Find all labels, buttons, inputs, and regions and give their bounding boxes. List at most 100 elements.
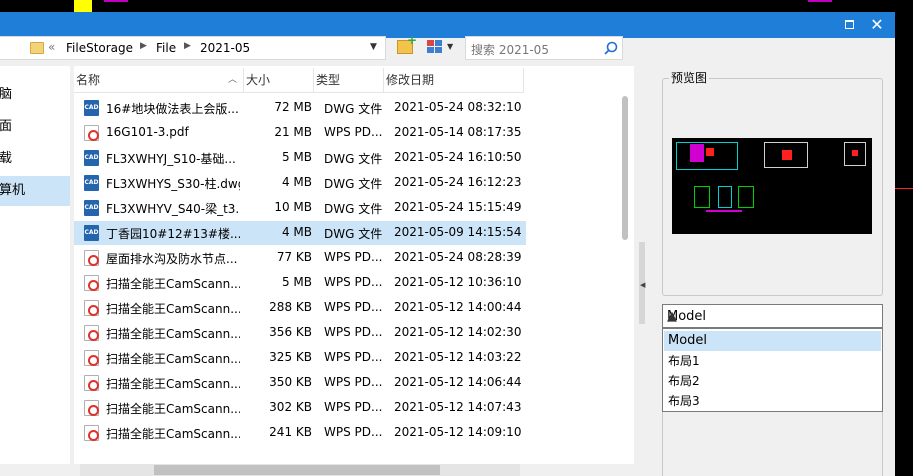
file-size: 288 KB (244, 300, 312, 314)
dwg-preview-image (672, 138, 872, 234)
layout-option-selected[interactable]: Model (664, 331, 881, 351)
file-size: 325 KB (244, 350, 312, 364)
file-row[interactable]: 扫描全能王CamScann...325 KBWPS PD...2021-05-1… (74, 346, 526, 370)
file-type: WPS PD... (324, 400, 386, 414)
file-type: WPS PD... (324, 425, 386, 439)
search-icon[interactable] (604, 41, 618, 55)
file-row[interactable]: 扫描全能王CamScann...288 KBWPS PD...2021-05-1… (74, 296, 526, 320)
file-row[interactable]: 扫描全能王CamScann...356 KBWPS PD...2021-05-1… (74, 321, 526, 345)
search-input[interactable]: 搜索 2021-05 (465, 36, 623, 60)
layout-select[interactable]: Model ▲ (662, 304, 883, 328)
file-size: 4 MB (244, 175, 312, 189)
maximize-button[interactable] (836, 12, 862, 38)
open-file-dialog: ✕ « FileStorage ▶ File ▶ 2021-05 ▼ ▼ 搜索 … (0, 12, 895, 476)
file-list: 名称 ︿ 大小 类型 修改日期 CAD 16#地块做法表上会版... 72 MB DW… (74, 66, 634, 464)
new-folder-icon[interactable] (397, 40, 413, 54)
file-row[interactable]: 扫描全能王CamScann...241 KBWPS PD...2021-05-1… (74, 421, 526, 445)
address-bar[interactable]: « FileStorage ▶ File ▶ 2021-05 ▼ (0, 36, 386, 60)
cad-entity-yellow (74, 0, 92, 12)
sort-ascending-icon: ︿ (228, 72, 237, 85)
file-date: 2021-05-14 08:17:35 (394, 125, 524, 139)
file-row[interactable]: CADFL3XWHYV_S40-梁_t3....10 MBDWG 文件2021-… (74, 196, 526, 220)
close-button[interactable]: ✕ (864, 12, 890, 38)
breadcrumb-item[interactable]: FileStorage (66, 41, 133, 55)
cad-entity-red (895, 188, 913, 189)
collapse-arrow-icon[interactable]: ◀ (640, 281, 645, 289)
preview-label: 预览图 (669, 69, 709, 86)
column-header-date[interactable]: 修改日期 (384, 68, 524, 92)
file-type: DWG 文件 (324, 175, 386, 192)
vertical-scrollbar[interactable] (622, 96, 628, 240)
folder-icon (30, 42, 44, 54)
file-type: WPS PD... (324, 275, 386, 289)
column-header-name[interactable]: 名称 (74, 68, 244, 92)
scrollbar-thumb[interactable] (154, 465, 440, 475)
search-placeholder: 搜索 2021-05 (471, 41, 549, 58)
layout-option[interactable]: 布局1 (664, 351, 881, 371)
file-size: 77 KB (244, 250, 312, 264)
file-type: DWG 文件 (324, 150, 386, 167)
file-name: 16#地块做法表上会版... (106, 100, 240, 117)
preview-group-lower (662, 412, 883, 476)
dialog-titlebar[interactable]: ✕ (0, 12, 895, 38)
nav-item[interactable]: 面 (0, 112, 70, 142)
pdf-file-icon (84, 350, 99, 366)
file-type: DWG 文件 (324, 200, 386, 217)
layout-option[interactable]: 布局3 (664, 391, 881, 411)
breadcrumb-item[interactable]: File (156, 41, 176, 55)
file-name: 丁香园10#12#13#楼... (106, 225, 240, 242)
file-row[interactable]: 扫描全能王CamScann...5 MBWPS PD...2021-05-12 … (74, 271, 526, 295)
nav-item[interactable]: 脑 (0, 80, 70, 110)
file-size: 21 MB (244, 125, 312, 139)
pdf-file-icon (84, 275, 99, 291)
file-type: WPS PD... (324, 350, 386, 364)
pdf-file-icon (84, 250, 99, 266)
pdf-file-icon (84, 400, 99, 416)
breadcrumb-separator-icon[interactable]: ▶ (140, 41, 147, 51)
header-divider (74, 92, 524, 93)
file-name: 16G101-3.pdf (106, 125, 240, 139)
file-type: DWG 文件 (324, 225, 386, 242)
file-row[interactable]: CAD丁香园10#12#13#楼...4 MBDWG 文件2021-05-09 … (74, 221, 526, 245)
view-dropdown-icon[interactable]: ▼ (447, 42, 453, 51)
file-date: 2021-05-12 14:02:30 (394, 325, 524, 339)
file-name: FL3XWHYJ_S10-基础... (106, 150, 240, 167)
file-row[interactable]: 16G101-3.pdf 21 MB WPS PD... 2021-05-14 08:… (74, 121, 526, 145)
file-size: 350 KB (244, 375, 312, 389)
address-dropdown-icon[interactable]: ▼ (370, 42, 377, 52)
view-options-icon[interactable] (427, 40, 443, 54)
file-row[interactable]: CAD16#地块做法表上会版...72 MBDWG 文件2021-05-24 0… (74, 96, 526, 120)
file-name: FL3XWHYS_S30-柱.dwg (106, 175, 240, 192)
column-header-size[interactable]: 大小 (244, 68, 314, 92)
cad-file-icon: CAD (84, 100, 99, 116)
nav-item-selected[interactable]: 算机 (0, 176, 70, 206)
file-row[interactable]: 扫描全能王CamScann...350 KBWPS PD...2021-05-1… (74, 371, 526, 395)
file-row[interactable]: 扫描全能王CamScann...302 KBWPS PD...2021-05-1… (74, 396, 526, 420)
pdf-file-icon (84, 375, 99, 391)
column-header-type[interactable]: 类型 (314, 68, 384, 92)
horizontal-scrollbar[interactable] (80, 464, 520, 476)
file-size: 356 KB (244, 325, 312, 339)
cad-canvas-strip (0, 0, 913, 12)
breadcrumb-separator-icon[interactable]: ▶ (184, 41, 191, 51)
breadcrumb-item[interactable]: 2021-05 (200, 41, 250, 55)
file-name: FL3XWHYV_S40-梁_t3.... (106, 200, 240, 217)
file-date: 2021-05-12 14:09:10 (394, 425, 524, 439)
cad-entity-magenta (808, 0, 832, 2)
file-date: 2021-05-12 10:36:10 (394, 275, 524, 289)
file-type: WPS PD... (324, 125, 386, 139)
file-date: 2021-05-12 14:07:43 (394, 400, 524, 414)
file-size: 72 MB (244, 100, 312, 114)
file-row[interactable]: CADFL3XWHYJ_S10-基础...5 MBDWG 文件2021-05-2… (74, 146, 526, 170)
file-row[interactable]: CADFL3XWHYS_S30-柱.dwg4 MBDWG 文件2021-05-2… (74, 171, 526, 195)
breadcrumb-overflow-icon[interactable]: « (48, 40, 55, 54)
layout-option[interactable]: 布局2 (664, 371, 881, 391)
file-type: WPS PD... (324, 325, 386, 339)
file-row[interactable]: 屋面排水沟及防水节点...77 KBWPS PD...2021-05-24 08… (74, 246, 526, 270)
cad-entity-magenta (104, 0, 128, 2)
file-name: 屋面排水沟及防水节点... (106, 250, 240, 267)
file-date: 2021-05-24 08:32:10 (394, 100, 524, 114)
nav-item[interactable]: 载 (0, 144, 70, 174)
pdf-file-icon (84, 125, 99, 141)
file-type: WPS PD... (324, 375, 386, 389)
